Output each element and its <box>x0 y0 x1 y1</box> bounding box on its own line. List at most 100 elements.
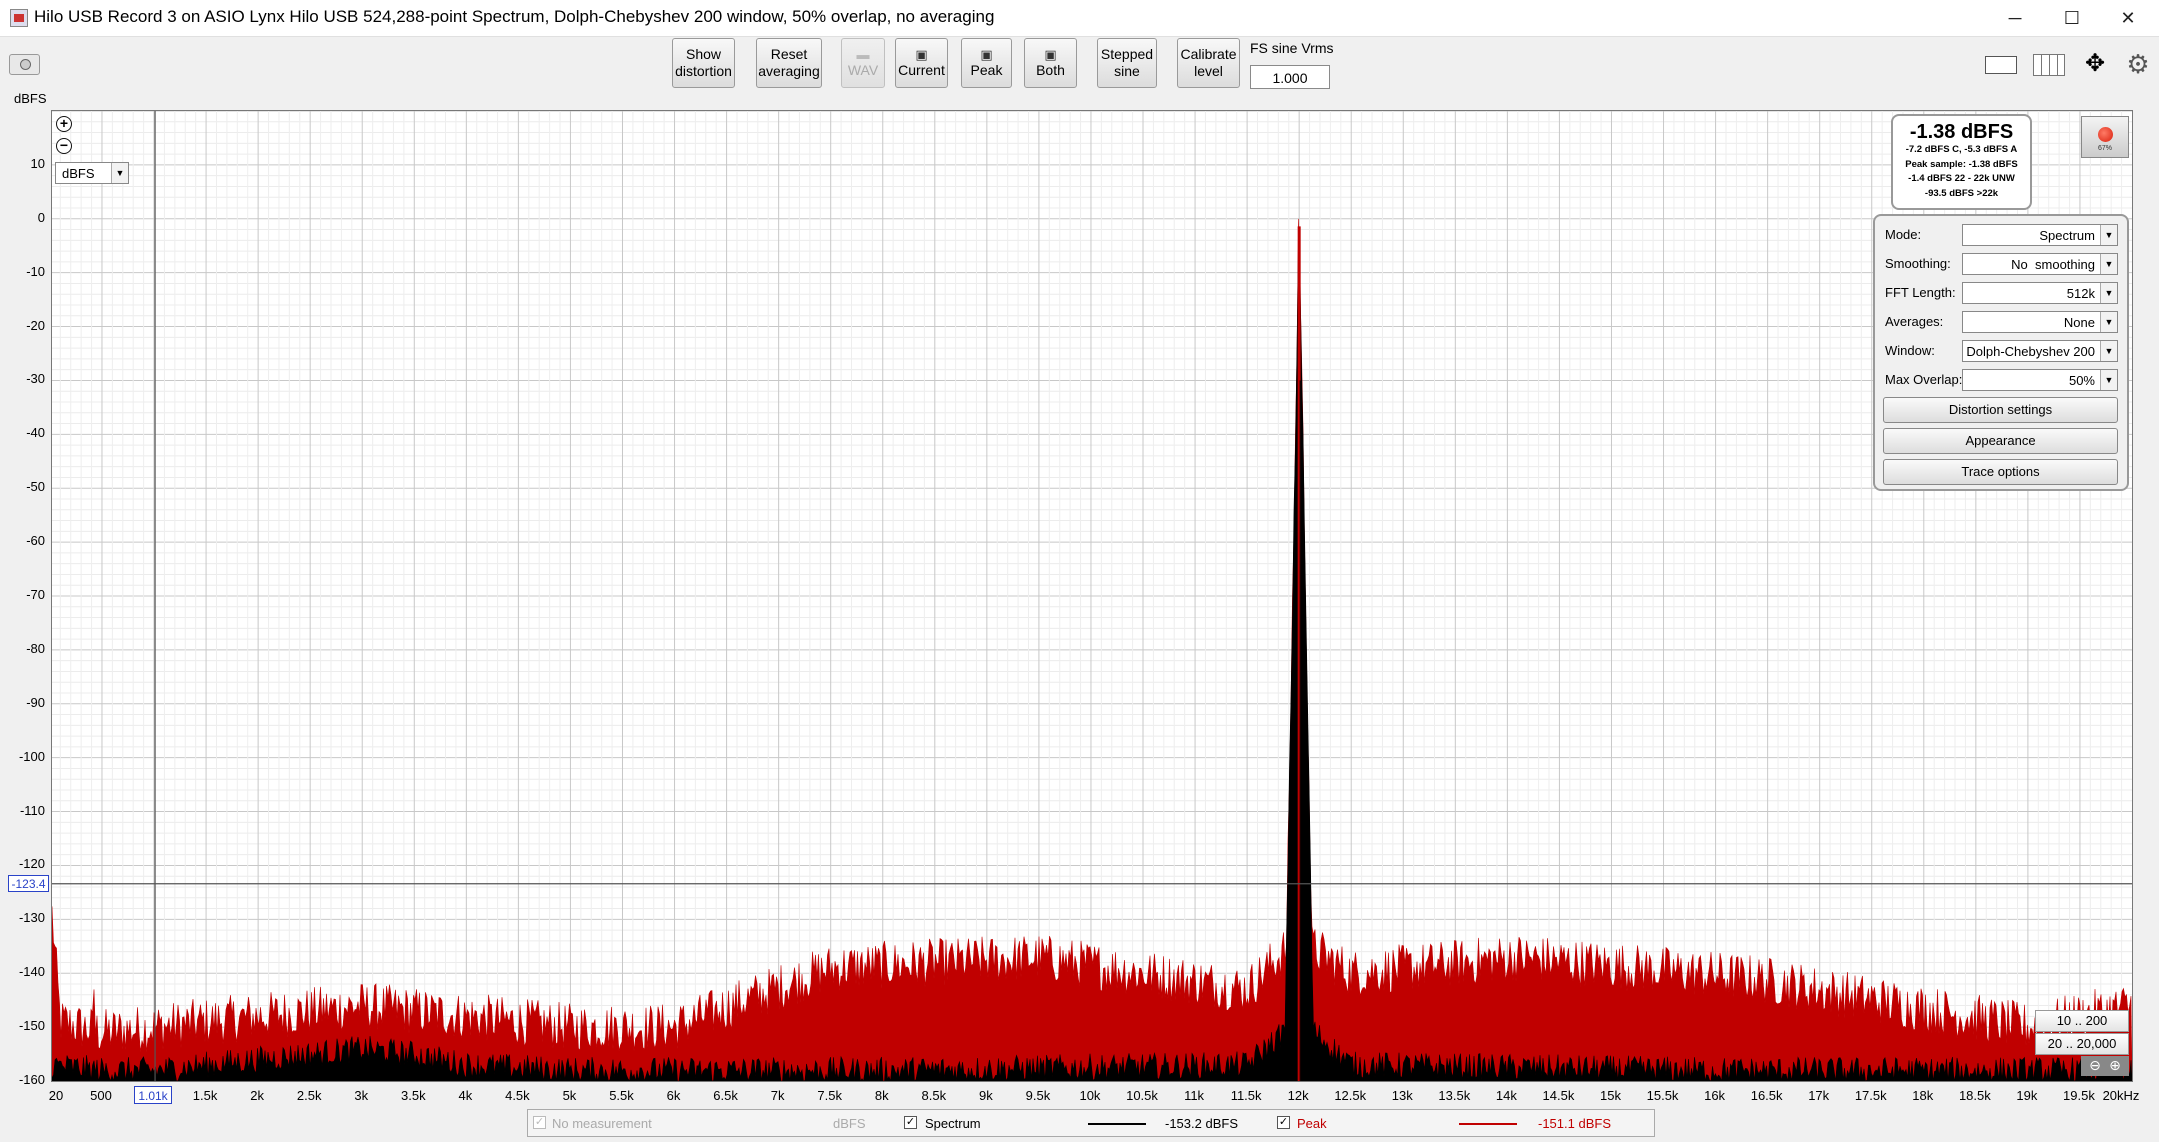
range-20-20000-button[interactable]: 20 .. 20,000 <box>2035 1033 2129 1055</box>
spectrum-checkbox[interactable]: ✓ <box>904 1116 917 1129</box>
x-tick-label: 16.5k <box>1750 1088 1783 1103</box>
averages-dropdown[interactable]: None ▼ <box>1962 311 2118 333</box>
x-tick-label: 6.5k <box>713 1088 738 1103</box>
save-peak-button[interactable]: ▣ Peak <box>961 38 1012 88</box>
wav-button[interactable]: ▬ WAV <box>841 38 885 88</box>
averages-label: Averages: <box>1885 314 1944 329</box>
fit-height-icon[interactable] <box>1981 52 2021 76</box>
x-tick-label: 10.5k <box>1126 1088 1158 1103</box>
level-above-22k-readout: -93.5 dBFS >22k <box>1924 187 1999 199</box>
x-tick-label: 500 <box>90 1088 112 1103</box>
x-tick-label: 8.5k <box>921 1088 947 1103</box>
y-tick-label: -20 <box>26 317 45 333</box>
peak-checkbox[interactable]: ✓ <box>1277 1116 1290 1129</box>
save-both-button[interactable]: ▣ Both <box>1024 38 1077 88</box>
x-tick-label: 3.5k <box>400 1088 426 1103</box>
y-tick-label: -90 <box>26 694 45 710</box>
folder-icon: ▬ <box>856 46 870 62</box>
unit-dropdown-value: dBFS <box>62 166 95 181</box>
y-tick-label: -80 <box>26 640 45 656</box>
columns-icon[interactable] <box>2031 52 2067 76</box>
record-button[interactable]: 67% <box>2081 116 2129 158</box>
window-title: Hilo USB Record 3 on ASIO Lynx Hilo USB … <box>34 7 995 26</box>
fs-sine-input[interactable]: 1.000 <box>1250 65 1330 89</box>
smoothing-value: No smoothing <box>2011 257 2095 272</box>
no-measurement-label: No measurement <box>552 1116 652 1131</box>
reset-averaging-button[interactable]: Reset averaging <box>756 38 822 88</box>
stepped-sine-button[interactable]: Stepped sine <box>1097 38 1157 88</box>
y-tick-label: -70 <box>26 587 45 602</box>
window-label: Window: <box>1885 343 1935 358</box>
level-meter: -1.38 dBFS -7.2 dBFS C, -5.3 dBFS A Peak… <box>1891 114 2032 210</box>
y-tick-label: 0 <box>37 209 45 225</box>
x-tick-label: 15k <box>1599 1088 1621 1103</box>
x-tick-label: 9.5k <box>1025 1088 1051 1103</box>
x-tick-label: 18k <box>1912 1088 1934 1103</box>
chevron-down-icon: ▼ <box>2100 225 2117 245</box>
move-arrows-icon[interactable]: ✥ <box>2077 50 2113 78</box>
save-current-button[interactable]: ▣ Current <box>895 38 948 88</box>
zoom-out-x-icon[interactable]: ⊖ <box>2086 1057 2104 1075</box>
smoothing-dropdown[interactable]: No smoothing ▼ <box>1962 253 2118 275</box>
mode-label: Mode: <box>1885 227 1922 242</box>
unit-dropdown[interactable]: dBFS ▼ <box>55 162 129 184</box>
x-tick-label: 1.5k <box>192 1088 218 1103</box>
cursor-y-readout: -123.4 <box>8 875 49 892</box>
level-unweighted-readout: -1.4 dBFS 22 - 22k UNW <box>1908 173 2015 184</box>
range-10-200-button[interactable]: 10 .. 200 <box>2035 1010 2129 1032</box>
save-icon: ▣ <box>915 46 928 62</box>
x-tick-label: 19k <box>2016 1088 2038 1103</box>
fft-length-dropdown[interactable]: 512k ▼ <box>1962 282 2118 304</box>
window-value: Dolph-Chebyshev 200 <box>1966 344 2095 359</box>
x-tick-label: 16k <box>1704 1088 1726 1103</box>
max-overlap-value: 50% <box>2068 373 2095 388</box>
save-icon: ▣ <box>1044 46 1057 62</box>
x-tick-label: 11.5k <box>1230 1088 1262 1103</box>
chevron-down-icon: ▼ <box>111 163 128 183</box>
zoom-in-x-icon[interactable]: ⊕ <box>2106 1057 2124 1075</box>
x-tick-label: 7k <box>770 1088 785 1103</box>
maximize-button[interactable]: ☐ <box>2041 0 2103 36</box>
calibrate-level-button[interactable]: Calibrate level <box>1177 38 1240 88</box>
x-tick-label: 11k <box>1184 1088 1205 1103</box>
max-overlap-dropdown[interactable]: 50% ▼ <box>1962 369 2118 391</box>
title-bar: Hilo USB Record 3 on ASIO Lynx Hilo USB … <box>0 0 2159 37</box>
zoom-out-icon[interactable]: − <box>56 138 72 154</box>
spectrum-plot[interactable] <box>51 110 2133 1082</box>
x-tick-label: 20kHz <box>2102 1088 2140 1103</box>
settings-gear-icon[interactable]: ⚙ <box>2125 50 2151 78</box>
show-distortion-button[interactable]: Show distortion <box>672 38 735 88</box>
legend-bar: ✓ No measurement dBFS ✓ Spectrum -153.2 … <box>527 1109 1655 1137</box>
x-tick-label: 14k <box>1495 1088 1517 1103</box>
minimize-button[interactable]: ─ <box>1984 0 2046 36</box>
zoom-in-icon[interactable]: + <box>56 116 72 132</box>
spectrum-legend-value: -153.2 dBFS <box>1165 1116 1238 1131</box>
y-tick-label: 10 <box>30 155 45 171</box>
y-tick-label: -100 <box>18 748 45 764</box>
trace-options-button[interactable]: Trace options <box>1883 459 2118 485</box>
level-peak-sample-readout: Peak sample: -1.38 dBFS <box>1905 158 2018 170</box>
distortion-settings-button[interactable]: Distortion settings <box>1883 397 2118 423</box>
spectrum-chart-svg <box>52 111 2132 1081</box>
chevron-down-icon: ▼ <box>2100 283 2117 303</box>
window-dropdown[interactable]: Dolph-Chebyshev 200 ▼ <box>1962 340 2118 362</box>
appearance-button[interactable]: Appearance <box>1883 428 2118 454</box>
y-tick-label: -130 <box>18 910 45 926</box>
peak-legend-label: Peak <box>1297 1116 1327 1131</box>
camera-icon[interactable] <box>9 54 40 75</box>
fs-sine-label: FS sine Vrms <box>1250 40 1334 56</box>
x-tick-label: 13k <box>1391 1088 1413 1103</box>
chevron-down-icon: ▼ <box>2100 370 2117 390</box>
no-measurement-checkbox[interactable]: ✓ <box>533 1116 546 1129</box>
x-tick-label: 2k <box>250 1088 264 1103</box>
close-button[interactable]: ✕ <box>2097 0 2159 36</box>
mode-dropdown[interactable]: Spectrum ▼ <box>1962 224 2118 246</box>
level-weighted-readout: -7.2 dBFS C, -5.3 dBFS A <box>1905 144 2018 155</box>
x-tick-label: 8k <box>874 1088 889 1103</box>
y-tick-label: -60 <box>26 533 45 549</box>
x-tick-label: 17k <box>1808 1088 1830 1103</box>
y-tick-label: -50 <box>26 479 45 495</box>
record-percentage: 67% <box>2097 145 2112 152</box>
x-tick-label: 12k <box>1287 1088 1309 1103</box>
x-tick-label: 5k <box>562 1088 577 1103</box>
